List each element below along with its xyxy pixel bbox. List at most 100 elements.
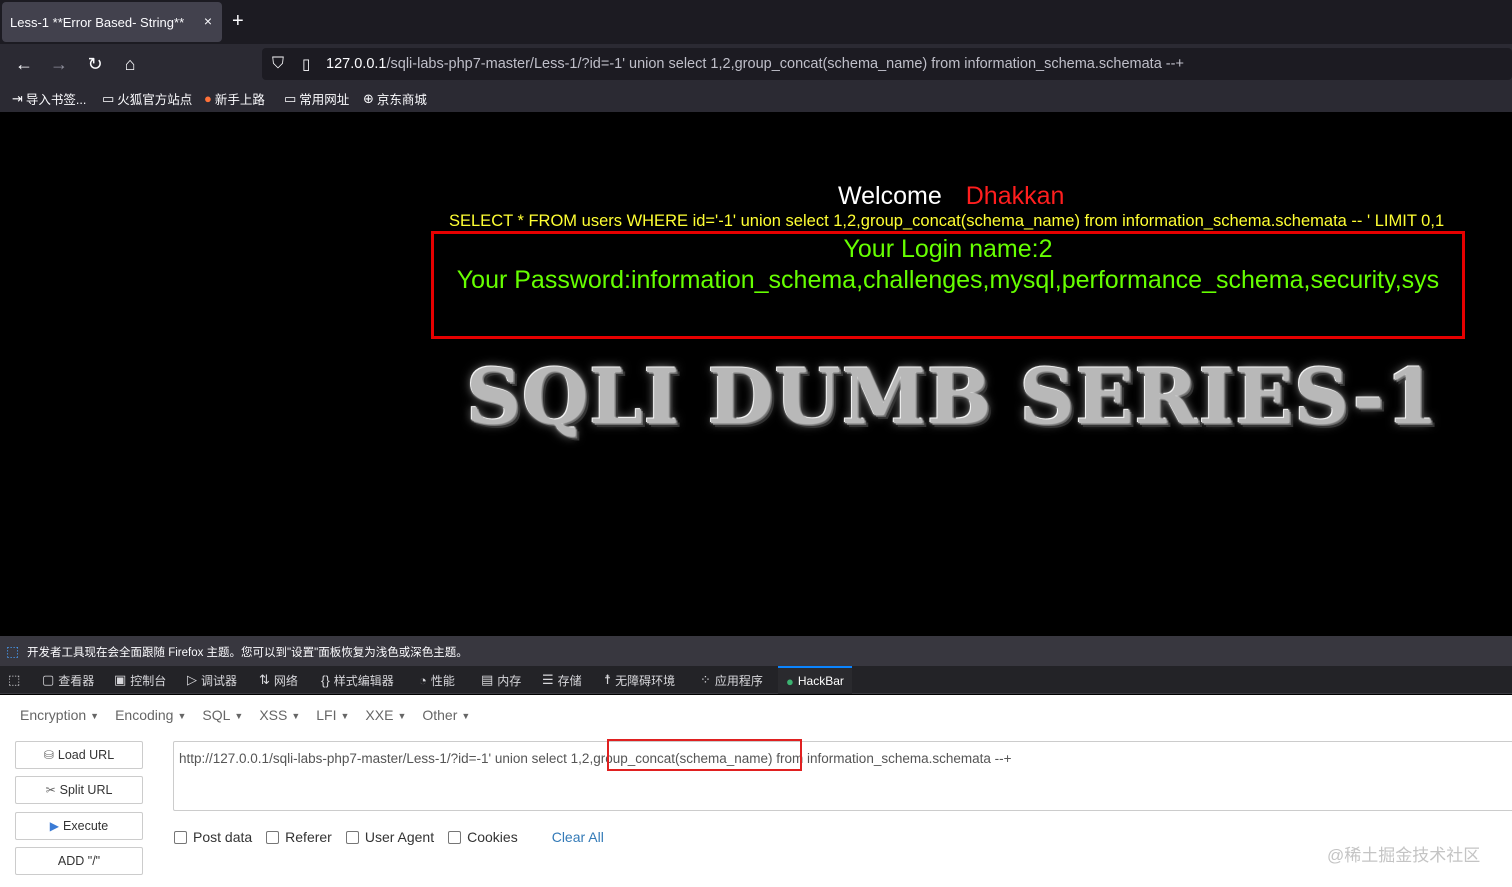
menu-label: Other	[422, 707, 458, 723]
cookies-checkbox[interactable]: Cookies	[448, 829, 518, 845]
tab-label: 内存	[497, 673, 522, 688]
hackbar-menubar: Encryption ▼ Encoding ▼ SQL ▼ XSS ▼ LFI ▼ XXE…	[12, 703, 478, 729]
menu-label: LFI	[316, 707, 337, 723]
caret-down-icon: ▼	[234, 711, 244, 722]
welcome-text: Welcome	[838, 182, 942, 210]
watermark: @稀土掘金技术社区	[1327, 846, 1481, 865]
button-label: Execute	[63, 819, 109, 833]
tab-bar: Less-1 **Error Based- String** × +	[0, 0, 1512, 44]
tab-label: 控制台	[130, 673, 167, 688]
menu-lfi[interactable]: LFI ▼	[308, 703, 357, 729]
gift-icon: ⬚	[6, 643, 20, 659]
folder-icon: ▭	[102, 90, 115, 106]
tab-style-editor[interactable]: {} 样式编辑器	[321, 666, 394, 694]
tab-label: 性能	[430, 673, 455, 688]
play-icon: ▶	[49, 819, 60, 833]
address-text[interactable]: 127.0.0.1/sqli-labs-php7-master/Less-1/?…	[326, 56, 1184, 72]
back-arrow-icon[interactable]: ←	[12, 52, 36, 76]
bookmarks-toolbar: ⇥ 导入书签... ▭ 火狐官方站点 ● 新手上路 ▭ 常用网址 ⊕ 京东商城	[0, 84, 1512, 112]
sqli-dumb-series-logo: SQLI DUMB SERIES-1	[466, 352, 1440, 441]
home-icon[interactable]: ⌂	[118, 52, 142, 76]
address-bar[interactable]: ⛉ ▯ 127.0.0.1/sqli-labs-php7-master/Less…	[262, 48, 1512, 80]
bookmark-getting-started[interactable]: ● 新手上路	[204, 89, 265, 108]
globe-icon: ⊕	[363, 90, 374, 106]
tab-storage[interactable]: ☰ 存储	[542, 666, 582, 694]
hackbar-url-textarea[interactable]: http://127.0.0.1/sqli-labs-php7-master/L…	[173, 741, 1512, 811]
referer-checkbox[interactable]: Referer	[266, 829, 332, 845]
new-tab-button[interactable]: +	[232, 10, 244, 32]
close-icon[interactable]: ×	[204, 13, 212, 29]
tab-label: 网络	[273, 673, 298, 688]
menu-label: SQL	[202, 707, 231, 723]
tab-accessibility[interactable]: ☨ 无障碍环境	[604, 666, 675, 694]
welcome-line: Welcome Dhakkan	[838, 182, 1064, 211]
execute-button[interactable]: ▶ Execute	[15, 812, 143, 840]
style-editor-icon: {}	[321, 672, 330, 688]
tab-network[interactable]: ⇅ 网络	[259, 666, 298, 694]
load-url-button[interactable]: ⛁ Load URL	[15, 741, 143, 769]
bookmark-label: 常用网址	[299, 93, 350, 107]
add-slash-button[interactable]: ADD "/"	[15, 847, 143, 875]
reload-icon[interactable]: ↻	[83, 52, 107, 76]
checkbox-box[interactable]	[448, 830, 462, 844]
network-icon: ⇅	[259, 672, 270, 687]
checkbox-box[interactable]	[266, 830, 280, 844]
tab-memory[interactable]: ▤ 内存	[481, 666, 521, 694]
checkbox-label: Referer	[285, 829, 332, 845]
console-icon: ▣	[114, 672, 127, 687]
menu-label: Encoding	[115, 707, 174, 723]
memory-icon: ▤	[481, 672, 494, 687]
caret-down-icon: ▼	[90, 711, 100, 722]
tab-label: 样式编辑器	[333, 673, 394, 688]
tab-hackbar[interactable]: ● HackBar	[778, 666, 852, 694]
menu-label: Encryption	[20, 707, 87, 723]
browser-tab[interactable]: Less-1 **Error Based- String** ×	[2, 2, 222, 42]
menu-encoding[interactable]: Encoding ▼	[107, 703, 194, 729]
hackbar-panel: Encryption ▼ Encoding ▼ SQL ▼ XSS ▼ LFI ▼ XXE…	[0, 695, 1512, 887]
load-icon: ⛁	[43, 748, 54, 762]
tab-performance[interactable]: ◔ 性能	[419, 666, 455, 694]
menu-label: XXE	[365, 707, 394, 723]
bookmark-common-sites[interactable]: ▭ 常用网址	[284, 89, 349, 108]
caret-down-icon: ▼	[340, 711, 350, 722]
group-concat-highlight-box	[607, 739, 802, 771]
menu-xxe[interactable]: XXE ▼	[357, 703, 414, 729]
tab-label: HackBar	[797, 674, 844, 688]
url-host: 127.0.0.1	[326, 56, 387, 72]
caret-down-icon: ▼	[177, 711, 187, 722]
url-path: /sqli-labs-php7-master/Less-1/?id=-1' un…	[386, 56, 1184, 72]
storage-icon: ☰	[542, 672, 554, 687]
menu-label: XSS	[259, 707, 288, 723]
checkbox-box[interactable]	[174, 830, 187, 844]
sql-query-text: SELECT * FROM users WHERE id='-1' union …	[449, 212, 1445, 230]
bookmark-jd[interactable]: ⊕ 京东商城	[363, 89, 427, 108]
post-data-checkbox[interactable]: Post data	[174, 829, 252, 845]
checkbox-label: User Agent	[364, 829, 435, 845]
tab-inspector[interactable]: ▢ 查看器	[42, 666, 94, 694]
clear-all-link[interactable]: Clear All	[552, 829, 604, 845]
bookmark-label: 新手上路	[214, 93, 265, 107]
navigation-bar: ← → ↻ ⌂ ⛉ ▯ 127.0.0.1/sqli-labs-php7-mas…	[0, 44, 1512, 84]
login-name-text: Your Login name:2	[843, 235, 1053, 263]
split-icon: ✂	[45, 783, 56, 797]
bookmark-import[interactable]: ⇥ 导入书签...	[12, 89, 86, 108]
checkbox-box[interactable]	[345, 830, 359, 844]
tab-debugger[interactable]: ▷ 调试器	[187, 666, 237, 694]
shield-icon[interactable]: ⛉	[272, 55, 284, 73]
menu-encryption[interactable]: Encryption ▼	[12, 703, 107, 729]
tab-application[interactable]: ⁘ 应用程序	[700, 666, 763, 694]
menu-sql[interactable]: SQL ▼	[194, 703, 251, 729]
password-text: Your Password:information_schema,challen…	[456, 266, 1440, 294]
user-agent-checkbox[interactable]: User Agent	[345, 829, 435, 845]
hackbar-options: Post data Referer User Agent Cookies Cle…	[174, 829, 604, 845]
tab-console[interactable]: ▣ 控制台	[114, 666, 166, 694]
split-url-button[interactable]: ✂ Split URL	[15, 776, 143, 804]
menu-other[interactable]: Other ▼	[414, 703, 478, 729]
result-highlight-box: Your Login name:2 Your Password:informat…	[431, 231, 1465, 339]
pick-element-icon[interactable]: ⬚	[8, 666, 20, 694]
caret-down-icon: ▼	[397, 711, 407, 722]
menu-xss[interactable]: XSS ▼	[251, 703, 308, 729]
forward-arrow-icon[interactable]: →	[47, 52, 71, 76]
hackbar-url-value: http://127.0.0.1/sqli-labs-php7-master/L…	[179, 751, 1012, 766]
bookmark-firefox-site[interactable]: ▭ 火狐官方站点	[102, 89, 192, 108]
